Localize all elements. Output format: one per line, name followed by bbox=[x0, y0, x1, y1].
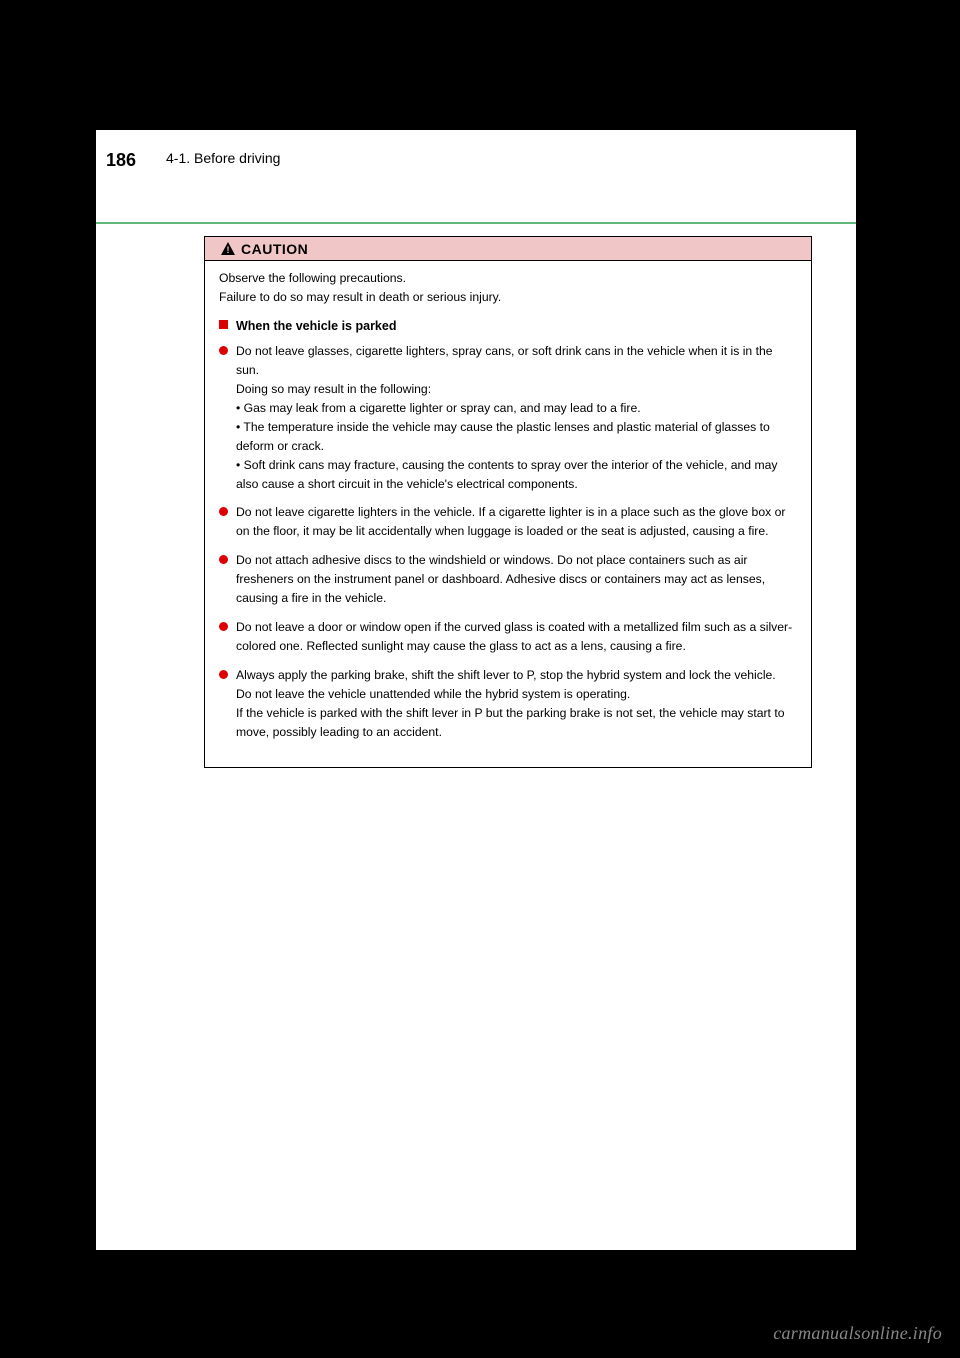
red-dot-icon bbox=[219, 555, 228, 564]
page-header: 186 4-1. Before driving bbox=[96, 130, 856, 224]
manual-page: 186 4-1. Before driving ! CAUTION Observ… bbox=[96, 130, 856, 1250]
list-item: Do not leave cigarette lighters in the v… bbox=[219, 503, 797, 541]
caution-body: Observe the following precautions.Failur… bbox=[205, 261, 811, 741]
red-dot-icon bbox=[219, 507, 228, 516]
bullet-text: Do not leave cigarette lighters in the v… bbox=[236, 503, 797, 541]
caution-observe-text: Observe the following precautions.Failur… bbox=[219, 269, 797, 307]
bullet-text: Do not leave glasses, cigarette lighters… bbox=[236, 342, 797, 493]
breadcrumb: 4-1. Before driving bbox=[166, 150, 280, 166]
caution-bullet-list: Do not leave glasses, cigarette lighters… bbox=[219, 342, 797, 741]
red-dot-icon bbox=[219, 622, 228, 631]
bullet-text: Always apply the parking brake, shift th… bbox=[236, 666, 797, 742]
list-item: Always apply the parking brake, shift th… bbox=[219, 666, 797, 742]
bullet-text: Do not attach adhesive discs to the wind… bbox=[236, 551, 797, 608]
list-item: Do not attach adhesive discs to the wind… bbox=[219, 551, 797, 608]
warning-triangle-icon: ! bbox=[221, 242, 235, 255]
watermark: carmanualsonline.info bbox=[773, 1323, 942, 1344]
list-item: Do not leave glasses, cigarette lighters… bbox=[219, 342, 797, 493]
red-dot-icon bbox=[219, 346, 228, 355]
header-divider bbox=[96, 222, 856, 224]
page-number: 186 bbox=[106, 150, 136, 171]
caution-label: CAUTION bbox=[241, 241, 308, 257]
svg-text:!: ! bbox=[227, 245, 230, 255]
list-item: Do not leave a door or window open if th… bbox=[219, 618, 797, 656]
caution-box: ! CAUTION Observe the following precauti… bbox=[204, 236, 812, 768]
caution-header: ! CAUTION bbox=[205, 237, 811, 261]
red-square-icon bbox=[219, 320, 228, 329]
bullet-text: Do not leave a door or window open if th… bbox=[236, 618, 797, 656]
section-heading: When the vehicle is parked bbox=[236, 317, 396, 336]
red-dot-icon bbox=[219, 670, 228, 679]
section-heading-row: When the vehicle is parked bbox=[219, 317, 797, 336]
